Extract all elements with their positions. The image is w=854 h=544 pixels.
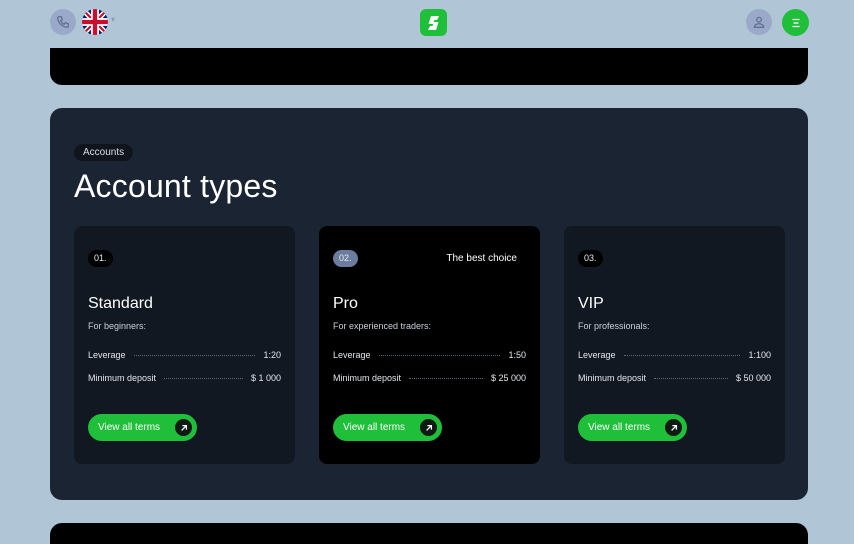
account-card-standard: 01. Standard For beginners: Leverage 1:2… <box>74 226 295 464</box>
deposit-row: Minimum deposit $ 1 000 <box>88 372 281 384</box>
view-terms-label: View all terms <box>588 422 651 433</box>
arrow-up-right-icon <box>665 419 682 436</box>
card-title: Standard <box>88 295 153 312</box>
leverage-row: Leverage 1:50 <box>333 349 526 361</box>
card-number: 03. <box>578 250 603 267</box>
account-types-section: Accounts Account types 01. Standard For … <box>50 108 808 500</box>
section-pill: Accounts <box>74 144 134 161</box>
phone-button[interactable] <box>50 9 76 35</box>
row-divider <box>409 377 483 379</box>
row-divider <box>133 354 256 356</box>
card-title: VIP <box>578 295 604 312</box>
deposit-value: $ 25 000 <box>490 373 526 383</box>
deposit-row: Minimum deposit $ 50 000 <box>578 372 771 384</box>
menu-icon <box>792 18 799 27</box>
deposit-value: $ 50 000 <box>735 373 771 383</box>
deposit-label: Minimum deposit <box>333 373 402 383</box>
card-number: 02. <box>333 250 358 267</box>
account-card-pro: 02. The best choice Pro For experienced … <box>319 226 540 464</box>
chevron-down-icon[interactable]: ▾ <box>111 15 115 24</box>
menu-button[interactable] <box>782 9 809 36</box>
best-choice-badge: The best choice <box>446 253 517 264</box>
leverage-value: 1:100 <box>748 350 771 360</box>
user-icon <box>753 16 765 28</box>
leverage-row: Leverage 1:20 <box>88 349 281 361</box>
section-title: Account types <box>74 168 278 204</box>
uk-flag-icon <box>82 9 108 35</box>
row-divider <box>378 354 501 356</box>
arrow-up-right-icon <box>420 419 437 436</box>
card-subtitle: For beginners: <box>88 321 147 331</box>
view-terms-button[interactable]: View all terms <box>88 414 197 441</box>
arrow-up-right-icon <box>175 419 192 436</box>
view-terms-label: View all terms <box>98 422 161 433</box>
leverage-value: 1:50 <box>508 350 526 360</box>
row-divider <box>623 354 741 356</box>
language-selector[interactable] <box>82 9 108 35</box>
deposit-row: Minimum deposit $ 25 000 <box>333 372 526 384</box>
brand-logo[interactable] <box>420 9 447 36</box>
phone-icon <box>57 16 69 28</box>
user-button[interactable] <box>746 9 772 35</box>
leverage-row: Leverage 1:100 <box>578 349 771 361</box>
row-divider <box>164 377 243 379</box>
view-terms-button[interactable]: View all terms <box>578 414 687 441</box>
logo-icon <box>427 15 439 30</box>
account-card-vip: 03. VIP For professionals: Leverage 1:10… <box>564 226 785 464</box>
top-navbar: ▾ <box>0 0 854 46</box>
row-divider <box>654 377 728 379</box>
leverage-value: 1:20 <box>263 350 281 360</box>
deposit-value: $ 1 000 <box>250 373 281 383</box>
leverage-label: Leverage <box>333 350 371 360</box>
card-subtitle: For professionals: <box>578 321 650 331</box>
card-number: 01. <box>88 250 113 267</box>
deposit-label: Minimum deposit <box>578 373 647 383</box>
card-subtitle: For experienced traders: <box>333 321 432 331</box>
view-terms-button[interactable]: View all terms <box>333 414 442 441</box>
card-title: Pro <box>333 295 358 312</box>
leverage-label: Leverage <box>88 350 126 360</box>
leverage-label: Leverage <box>578 350 616 360</box>
deposit-label: Minimum deposit <box>88 373 157 383</box>
view-terms-label: View all terms <box>343 422 406 433</box>
previous-section-bottom <box>50 48 808 85</box>
next-section-top <box>50 523 808 544</box>
